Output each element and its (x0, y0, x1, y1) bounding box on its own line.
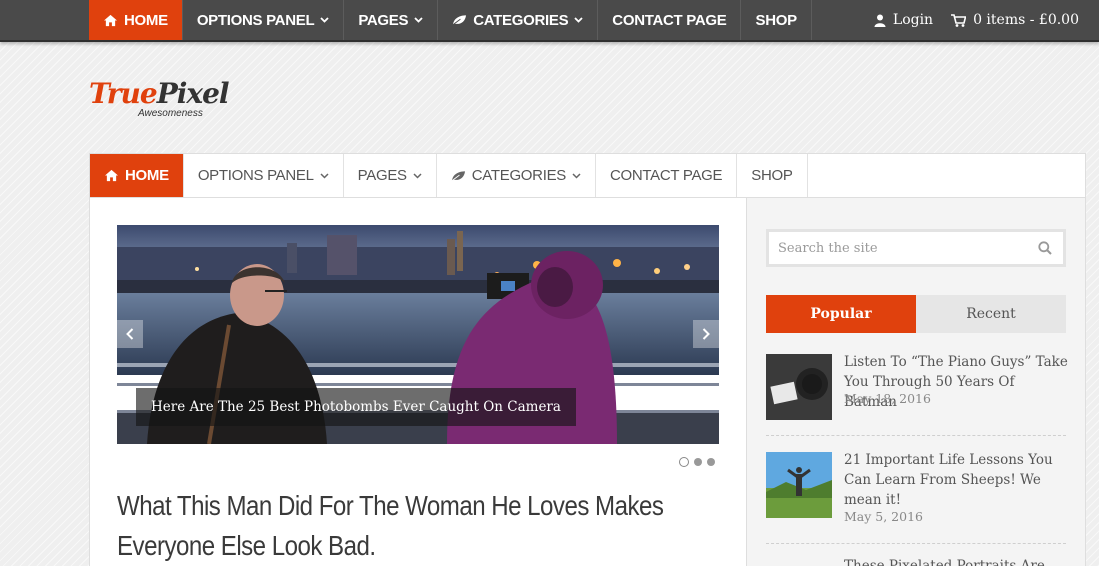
thumbnail-image (766, 354, 832, 420)
logo-wordmark: TruePixel (89, 77, 230, 110)
chevron-left-icon (126, 328, 134, 340)
main-nav-pages[interactable]: PAGES (344, 154, 437, 197)
chevron-down-icon (413, 172, 422, 179)
login-label: Login (892, 12, 934, 28)
search-icon[interactable] (1038, 241, 1052, 255)
post-thumbnail[interactable] (766, 559, 832, 566)
post-date: May 18, 2016 (844, 391, 931, 406)
divider (766, 435, 1066, 436)
divider (766, 543, 1066, 544)
cart-link[interactable]: 0 items - £0.00 (951, 12, 1079, 28)
main-nav-categories[interactable]: CATEGORIES (437, 154, 596, 197)
top-navbar: HOME OPTIONS PANEL PAGES CATEGORIES CONT… (0, 0, 1099, 42)
logo-part-2: Pixel (156, 77, 230, 110)
post-title[interactable]: 21 Important Life Lessons You Can Learn … (844, 450, 1069, 510)
main-nav-options-panel[interactable]: OPTIONS PANEL (184, 154, 344, 197)
tab-recent[interactable]: Recent (916, 295, 1066, 333)
leaf-icon (452, 15, 467, 26)
main-nav-menu: HOME OPTIONS PANEL PAGES CATEGORIES CONT… (90, 154, 1085, 197)
main-content: Here Are The 25 Best Photobombs Ever Cau… (89, 198, 746, 566)
top-nav-shop[interactable]: SHOP (741, 0, 812, 40)
post-thumbnail[interactable] (766, 452, 832, 518)
logo-part-1: True (89, 77, 158, 110)
main-nav-shop[interactable]: SHOP (737, 154, 808, 197)
top-nav-menu: HOME OPTIONS PANEL PAGES CATEGORIES CONT… (89, 0, 812, 40)
chevron-down-icon (572, 172, 581, 179)
thumbnail-image (766, 452, 832, 518)
top-nav-options-panel[interactable]: OPTIONS PANEL (183, 0, 345, 40)
slider-dot[interactable] (694, 458, 702, 466)
user-icon (874, 14, 886, 27)
top-nav-categories[interactable]: CATEGORIES (438, 0, 599, 40)
tab-popular[interactable]: Popular (766, 295, 916, 333)
top-nav-categories-label: CATEGORIES (473, 11, 569, 29)
slider-dot[interactable] (707, 458, 715, 466)
slide-caption[interactable]: Here Are The 25 Best Photobombs Ever Cau… (136, 388, 576, 426)
search-box (766, 229, 1066, 267)
main-nav-contact-page[interactable]: CONTACT PAGE (596, 154, 738, 197)
search-input[interactable] (769, 233, 1019, 263)
post-thumbnail[interactable] (766, 354, 832, 420)
shopping-cart-icon (951, 13, 967, 27)
sidebar-tabs: Popular Recent (766, 295, 1066, 333)
main-nav-contact-label: CONTACT PAGE (610, 167, 723, 184)
main-nav-pages-label: PAGES (357, 167, 407, 184)
main-nav-options-label: OPTIONS PANEL (197, 167, 314, 184)
top-nav-options-label: OPTIONS PANEL (196, 11, 315, 29)
top-nav-pages[interactable]: PAGES (344, 0, 439, 40)
article-headline[interactable]: What This Man Did For The Woman He Loves… (117, 486, 676, 566)
chevron-right-icon (702, 328, 710, 340)
top-nav-pages-label: PAGES (358, 11, 409, 29)
site-logo[interactable]: TruePixel Awesomeness (89, 77, 230, 122)
chevron-down-icon (320, 17, 329, 23)
sidebar: Popular Recent Listen To “The Piano Guys… (746, 198, 1086, 566)
main-nav-home[interactable]: HOME (90, 154, 184, 197)
featured-slider[interactable]: Here Are The 25 Best Photobombs Ever Cau… (117, 225, 719, 444)
home-icon (104, 14, 117, 26)
home-icon (105, 169, 118, 182)
cart-summary: 0 items - £0.00 (973, 12, 1079, 28)
leaf-icon (451, 170, 465, 181)
top-nav-home-label: HOME (124, 11, 168, 29)
slider-pagination (679, 457, 715, 467)
slider-dot[interactable] (679, 457, 689, 467)
top-nav-contact-label: CONTACT PAGE (612, 11, 727, 29)
login-link[interactable]: Login (874, 12, 933, 28)
main-nav-categories-label: CATEGORIES (471, 167, 567, 184)
top-nav-contact-page[interactable]: CONTACT PAGE (598, 0, 742, 40)
chevron-down-icon (320, 172, 329, 179)
post-title[interactable]: These Pixelated Portraits Are (844, 556, 1069, 566)
post-date: May 5, 2016 (844, 509, 923, 524)
main-nav-shop-label: SHOP (751, 167, 793, 184)
chevron-down-icon (414, 17, 423, 23)
top-nav-home[interactable]: HOME (89, 0, 183, 40)
top-account-area: Login 0 items - £0.00 (874, 0, 1079, 40)
slider-prev-button[interactable] (117, 320, 143, 348)
main-navbar: HOME OPTIONS PANEL PAGES CATEGORIES CONT… (89, 153, 1086, 198)
top-nav-shop-label: SHOP (755, 11, 797, 29)
slider-next-button[interactable] (693, 320, 719, 348)
chevron-down-icon (574, 17, 583, 23)
main-nav-home-label: HOME (125, 167, 169, 184)
logo-tagline: Awesomeness (138, 108, 203, 119)
